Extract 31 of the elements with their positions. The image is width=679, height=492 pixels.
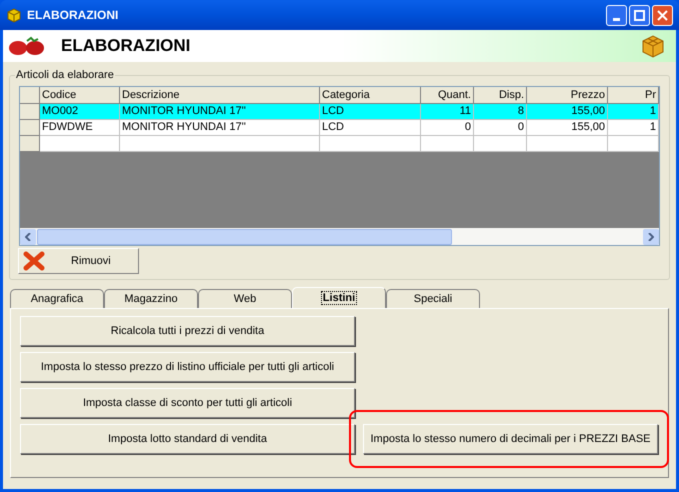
chevron-right-icon	[648, 232, 654, 240]
tab[interactable]: Magazzino	[104, 289, 198, 308]
maximize-button[interactable]	[629, 4, 650, 26]
window-title: ELABORAZIONI	[27, 7, 118, 24]
scroll-right-button[interactable]	[643, 228, 659, 244]
close-icon	[657, 10, 668, 20]
minimize-button[interactable]	[606, 4, 627, 26]
tab[interactable]: Listini	[292, 287, 386, 309]
tab[interactable]: Speciali	[386, 289, 480, 308]
maximize-icon	[634, 10, 645, 20]
tab[interactable]: Anagrafica	[10, 289, 104, 308]
chevron-left-icon	[25, 232, 31, 240]
scroll-thumb[interactable]	[37, 228, 452, 244]
action-button[interactable]: Imposta classe di sconto per tutti gli articoli	[20, 388, 355, 418]
x-mark-icon	[23, 251, 45, 271]
action-button[interactable]: Imposta lo stesso numero di decimali per i PREZZI BASE	[363, 424, 658, 454]
header-title: ELABORAZIONI	[61, 35, 190, 58]
table-cell	[421, 136, 474, 152]
table-cell	[474, 136, 527, 152]
scroll-left-button[interactable]	[20, 228, 36, 244]
action-button[interactable]: Imposta lo stesso prezzo di listino ufficiale per tutti gli articoli	[20, 352, 355, 382]
table-cell	[608, 136, 659, 152]
cube-icon	[640, 33, 666, 59]
close-button[interactable]	[652, 4, 673, 26]
remove-button[interactable]: Rimuovi	[18, 248, 139, 274]
tab[interactable]: Web	[198, 289, 292, 308]
cube-icon	[6, 7, 22, 23]
action-button[interactable]: Imposta lotto standard di vendita	[20, 424, 355, 454]
horizontal-scrollbar[interactable]	[20, 228, 659, 245]
action-button[interactable]: Ricalcola tutti i prezzi di vendita	[20, 316, 355, 346]
minimize-icon	[613, 18, 620, 20]
